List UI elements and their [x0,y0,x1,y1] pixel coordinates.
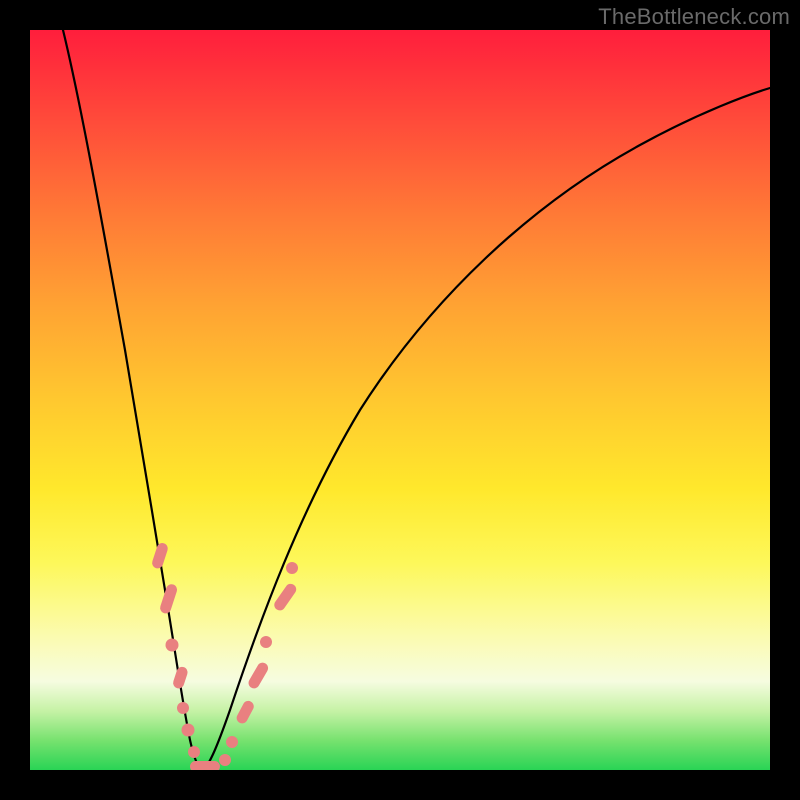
plot-area [30,30,770,770]
curve-left [63,30,202,770]
curve-right [202,88,770,770]
chart-frame: TheBottleneck.com [0,0,800,800]
curve-layer [30,30,770,770]
watermark-text: TheBottleneck.com [598,4,790,30]
markers-left [151,542,195,737]
markers-right [226,562,298,748]
